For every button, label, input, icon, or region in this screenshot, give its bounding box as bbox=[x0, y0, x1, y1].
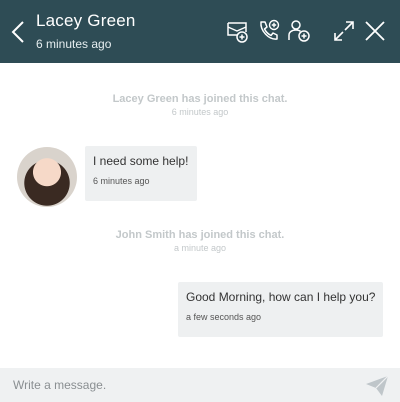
message-input[interactable] bbox=[0, 368, 355, 402]
close-icon bbox=[365, 21, 385, 41]
chevron-left-icon bbox=[11, 21, 24, 43]
message-time: 6 minutes ago bbox=[93, 176, 150, 186]
send-button[interactable] bbox=[365, 375, 389, 397]
chat-header: Lacey Green 6 minutes ago bbox=[0, 0, 400, 63]
message-composer bbox=[0, 368, 400, 402]
add-call-button[interactable] bbox=[255, 18, 281, 44]
message-time: a few seconds ago bbox=[186, 312, 262, 322]
expand-button[interactable] bbox=[331, 18, 357, 44]
add-participant-button[interactable] bbox=[286, 18, 312, 44]
add-call-icon bbox=[260, 19, 280, 40]
add-user-icon bbox=[288, 20, 310, 42]
send-icon bbox=[366, 375, 389, 396]
system-message-time: 6 minutes ago bbox=[171, 107, 229, 117]
message-list[interactable]: Lacey Green has joined this chat. 6 minu… bbox=[0, 63, 400, 368]
system-message: John Smith has joined this chat. a minut… bbox=[0, 229, 400, 253]
outgoing-message: Good Morning, how can I help you? a few … bbox=[178, 282, 383, 337]
back-button[interactable] bbox=[8, 18, 28, 46]
expand-icon bbox=[334, 21, 354, 41]
add-ticket-button[interactable] bbox=[224, 18, 250, 44]
avatar bbox=[17, 147, 77, 207]
contact-name: Lacey Green bbox=[36, 11, 136, 30]
incoming-message: I need some help! 6 minutes ago bbox=[85, 146, 197, 201]
add-ticket-icon bbox=[227, 22, 248, 43]
system-message-text: John Smith has joined this chat. bbox=[115, 229, 285, 241]
close-button[interactable] bbox=[362, 18, 388, 44]
message-text: Good Morning, how can I help you? bbox=[186, 290, 376, 304]
message-text: I need some help! bbox=[93, 154, 189, 168]
last-seen: 6 minutes ago bbox=[36, 37, 112, 51]
system-message-text: Lacey Green has joined this chat. bbox=[112, 93, 288, 105]
system-message: Lacey Green has joined this chat. 6 minu… bbox=[0, 93, 400, 117]
system-message-time: a minute ago bbox=[173, 243, 227, 253]
